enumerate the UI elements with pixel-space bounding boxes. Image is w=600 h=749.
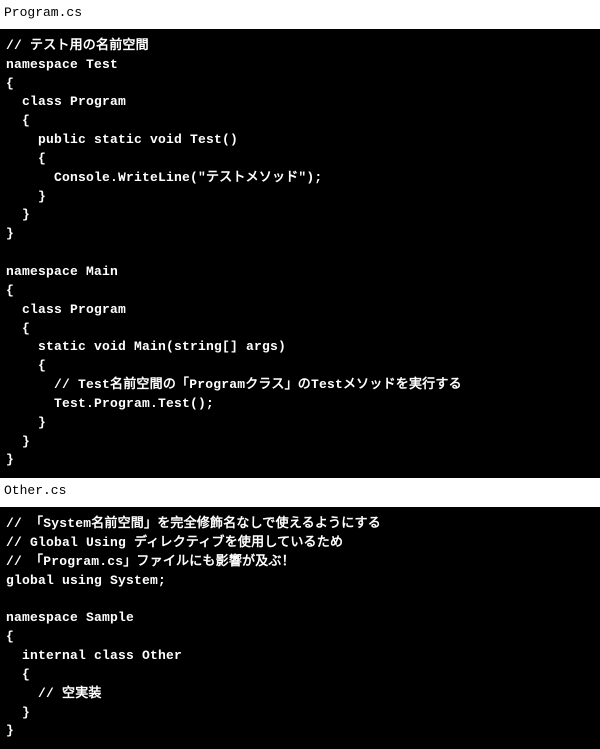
code-block-program: // テスト用の名前空間 namespace Test { class Prog… — [0, 29, 600, 478]
code-block-other: // 「System名前空間」を完全修飾名なしで使えるようにする // Glob… — [0, 507, 600, 749]
file-header-other: Other.cs — [0, 478, 600, 507]
file-header-program: Program.cs — [0, 0, 600, 29]
